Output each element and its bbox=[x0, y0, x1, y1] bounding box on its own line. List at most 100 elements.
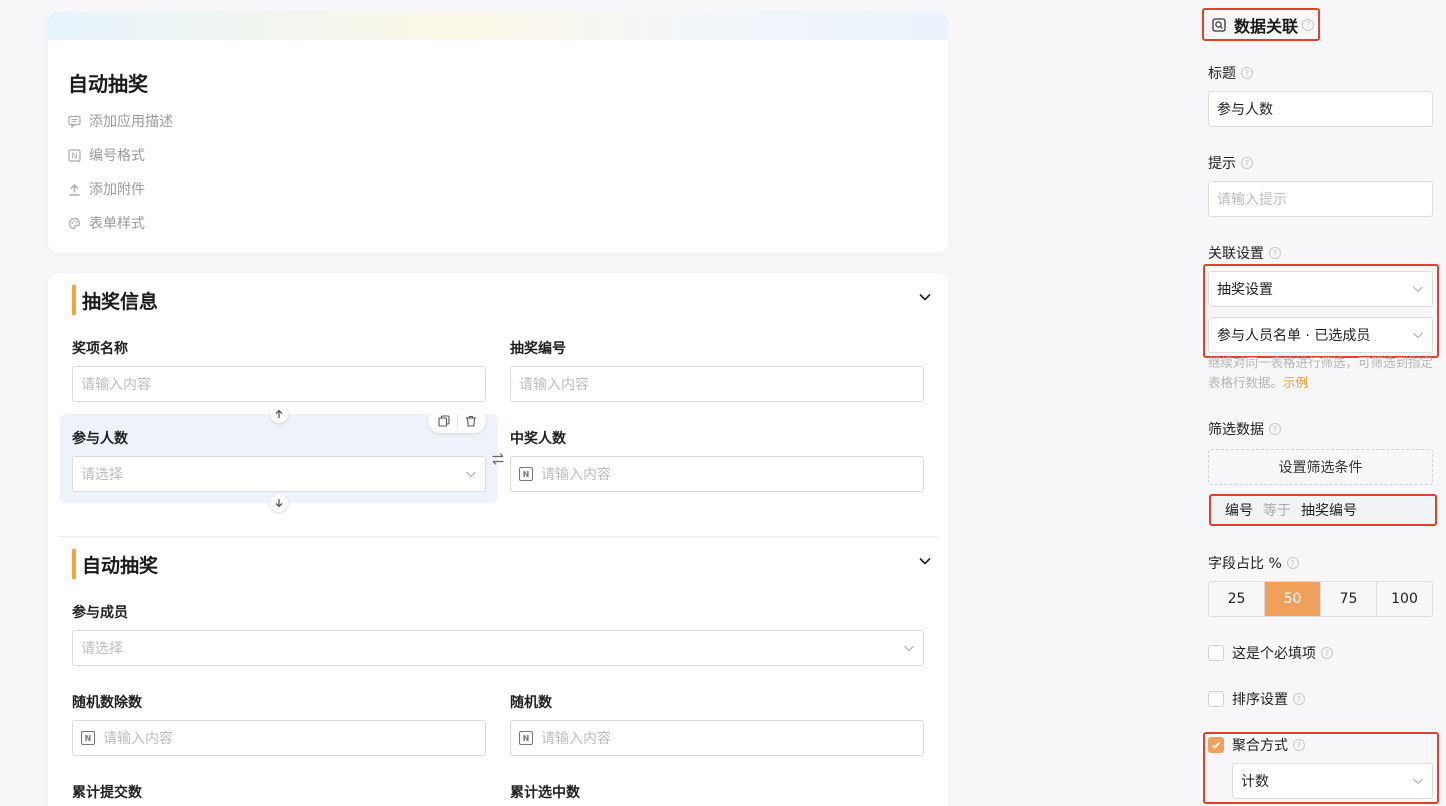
field-label: 累计选中数 bbox=[510, 785, 580, 801]
association-table-select[interactable]: 抽奖设置 bbox=[1208, 271, 1433, 307]
condition-value: 抽奖编号 bbox=[1301, 503, 1357, 519]
random-number-input[interactable]: N 请输入内容 bbox=[510, 720, 924, 756]
help-icon[interactable]: ? bbox=[1241, 157, 1253, 169]
input-placeholder: 请输入内容 bbox=[81, 377, 151, 393]
title-input-value: 参与人数 bbox=[1217, 102, 1273, 118]
input-placeholder: 请输入内容 bbox=[103, 731, 173, 747]
chevron-down-icon bbox=[1413, 778, 1423, 785]
help-icon[interactable]: ? bbox=[1286, 557, 1299, 569]
ratio-segmented-control: 25 50 75 100 bbox=[1208, 581, 1433, 617]
sort-checkbox-row[interactable]: 排序设置 ? bbox=[1208, 689, 1305, 709]
help-icon[interactable]: ? bbox=[1241, 67, 1253, 79]
add-attachment-link[interactable]: 添加附件 bbox=[68, 179, 145, 199]
title-input[interactable]: 参与人数 bbox=[1208, 91, 1433, 127]
help-icon[interactable]: ? bbox=[1293, 739, 1305, 751]
ratio-label-text: 字段占比 % bbox=[1208, 556, 1282, 572]
required-checkbox-row[interactable]: 这是个必填项 ? bbox=[1208, 643, 1333, 663]
participant-members-select[interactable]: 请选择 bbox=[72, 630, 924, 666]
field-toolbar bbox=[428, 409, 486, 433]
winner-count-input[interactable]: N 请输入内容 bbox=[510, 456, 924, 492]
help-icon[interactable]: ? bbox=[1269, 247, 1281, 259]
help-icon[interactable]: ? bbox=[1269, 423, 1281, 435]
input-placeholder: 请输入内容 bbox=[519, 377, 589, 393]
hint-label: 提示 ? bbox=[1208, 153, 1253, 173]
number-format-icon: N bbox=[68, 148, 81, 162]
random-divisor-input[interactable]: N 请输入内容 bbox=[72, 720, 486, 756]
add-description-link[interactable]: 添加应用描述 bbox=[68, 111, 173, 131]
lottery-number-input[interactable]: 请输入内容 bbox=[510, 366, 924, 402]
chevron-down-icon[interactable] bbox=[918, 290, 932, 304]
section-accent-bar bbox=[72, 285, 76, 315]
condition-operator: 等于 bbox=[1263, 503, 1291, 519]
aggregation-checkbox-row[interactable]: 聚合方式 ? bbox=[1208, 735, 1305, 755]
hint-input-placeholder: 请输入提示 bbox=[1217, 192, 1287, 208]
app-title[interactable]: 自动抽奖 bbox=[68, 68, 148, 97]
toolbar-separator bbox=[456, 415, 458, 427]
add-attachment-label: 添加附件 bbox=[89, 182, 145, 198]
prize-name-input[interactable]: 请输入内容 bbox=[72, 366, 486, 402]
participant-count-select[interactable]: 请选择 bbox=[72, 456, 486, 492]
field-label: 奖项名称 bbox=[72, 341, 128, 357]
aggregation-checkbox[interactable] bbox=[1208, 737, 1224, 753]
example-link[interactable]: 示例 bbox=[1283, 375, 1308, 390]
required-label: 这是个必填项 bbox=[1232, 646, 1316, 662]
number-format-link[interactable]: N 编号格式 bbox=[68, 145, 145, 165]
input-placeholder: 请选择 bbox=[81, 467, 123, 483]
set-filter-button[interactable]: 设置筛选条件 bbox=[1208, 449, 1433, 485]
filter-condition[interactable]: 编号 等于 抽奖编号 bbox=[1209, 494, 1437, 526]
chevron-down-icon bbox=[466, 471, 476, 478]
panel-header: 数据关联 ? bbox=[1202, 8, 1320, 41]
association-table-value: 抽奖设置 bbox=[1217, 282, 1273, 298]
condition-field: 编号 bbox=[1225, 503, 1253, 519]
arrow-up-icon bbox=[275, 409, 283, 418]
ratio-option-100[interactable]: 100 bbox=[1377, 582, 1432, 616]
required-checkbox[interactable] bbox=[1208, 645, 1224, 661]
help-icon[interactable]: ? bbox=[1293, 693, 1305, 705]
input-placeholder: 请输入内容 bbox=[541, 467, 611, 483]
panel-title: 数据关联 bbox=[1234, 16, 1299, 36]
sort-label: 排序设置 bbox=[1232, 692, 1288, 708]
ratio-option-75[interactable]: 75 bbox=[1321, 582, 1377, 616]
move-down-button[interactable] bbox=[270, 494, 288, 512]
upload-icon bbox=[68, 183, 81, 196]
association-field-value: 参与人员名单 · 已选成员 bbox=[1217, 328, 1371, 344]
section-title: 抽奖信息 bbox=[82, 290, 159, 313]
ratio-option-25[interactable]: 25 bbox=[1209, 582, 1265, 616]
hint-input[interactable]: 请输入提示 bbox=[1208, 181, 1433, 217]
field-label: 随机数除数 bbox=[72, 695, 142, 711]
app-header-card: 自动抽奖 添加应用描述 N 编号格式 添加附件 表单样式 bbox=[48, 12, 948, 253]
sort-checkbox[interactable] bbox=[1208, 691, 1224, 707]
chevron-down-icon bbox=[1413, 286, 1423, 293]
swap-icon[interactable] bbox=[491, 452, 505, 466]
delete-icon[interactable] bbox=[465, 415, 477, 427]
ratio-option-50[interactable]: 50 bbox=[1265, 582, 1321, 616]
association-label: 关联设置 ? bbox=[1208, 243, 1281, 263]
aggregation-label: 聚合方式 bbox=[1232, 738, 1288, 754]
aggregation-value: 计数 bbox=[1241, 774, 1269, 790]
input-placeholder: 请输入内容 bbox=[541, 731, 611, 747]
chevron-down-icon bbox=[904, 645, 914, 652]
section-divider bbox=[58, 536, 938, 537]
form-style-label: 表单样式 bbox=[89, 216, 145, 232]
arrow-down-icon bbox=[275, 499, 283, 508]
move-up-button[interactable] bbox=[270, 405, 288, 423]
aggregation-select[interactable]: 计数 bbox=[1232, 763, 1433, 799]
help-icon[interactable]: ? bbox=[1321, 647, 1333, 659]
ratio-label: 字段占比 % ? bbox=[1208, 553, 1299, 573]
hint-label-text: 提示 bbox=[1208, 156, 1236, 172]
copy-icon[interactable] bbox=[437, 415, 450, 427]
association-label-text: 关联设置 bbox=[1208, 246, 1264, 262]
form-card: 抽奖信息 奖项名称 请输入内容 抽奖编号 请输入内容 参与人数 请选择 中奖人数… bbox=[48, 273, 948, 806]
form-style-link[interactable]: 表单样式 bbox=[68, 213, 145, 233]
field-label: 随机数 bbox=[510, 695, 552, 711]
association-field-select[interactable]: 参与人员名单 · 已选成员 bbox=[1208, 317, 1433, 353]
chevron-down-icon[interactable] bbox=[918, 554, 932, 568]
number-icon: N bbox=[519, 467, 533, 481]
palette-icon bbox=[68, 217, 81, 230]
number-icon: N bbox=[519, 731, 533, 745]
chevron-down-icon bbox=[1413, 332, 1423, 339]
association-hint: 继续对同一表格进行筛选，可筛选到指定表格行数据。示例 bbox=[1208, 353, 1438, 393]
help-icon[interactable]: ? bbox=[1302, 18, 1315, 31]
section-header-lottery-info[interactable]: 抽奖信息 bbox=[72, 285, 158, 315]
section-header-auto-lottery[interactable]: 自动抽奖 bbox=[72, 549, 158, 579]
